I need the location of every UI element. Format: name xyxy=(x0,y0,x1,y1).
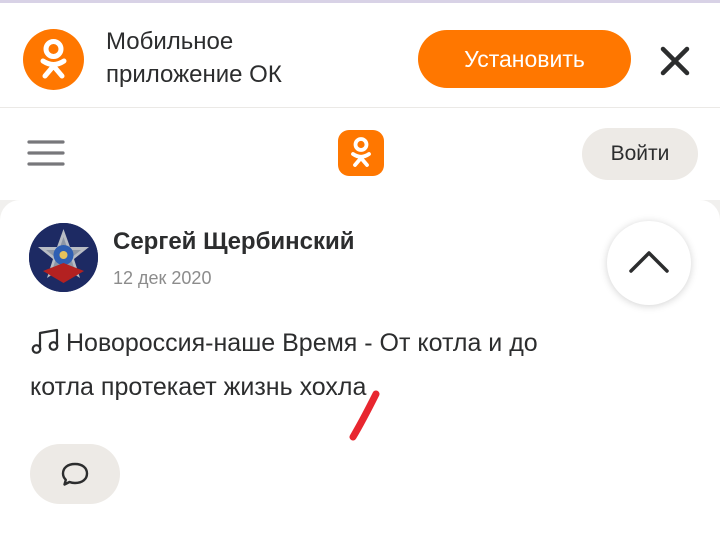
close-icon[interactable] xyxy=(655,41,695,81)
banner-title-line-2: приложение ОК xyxy=(106,61,282,88)
author-name[interactable]: Сергей Щербинский xyxy=(113,228,355,256)
login-button[interactable]: Войти xyxy=(582,128,698,180)
avatar[interactable] xyxy=(29,223,98,292)
ok-logo-icon[interactable] xyxy=(338,130,384,176)
scroll-up-button[interactable] xyxy=(607,221,691,305)
comment-button[interactable] xyxy=(30,444,120,504)
banner-title-line-1: Мобильное xyxy=(106,28,234,55)
app-install-banner: Мобильное приложение ОК Установить xyxy=(0,0,720,108)
ok-logo-icon[interactable] xyxy=(23,29,84,90)
post-text-line-1-content: Новороссия-наше Время - От котла и до xyxy=(66,329,538,357)
banner-title: Мобильное приложение ОК xyxy=(106,25,406,91)
post-text-line-1: Новороссия-наше Время - От котла и до xyxy=(30,321,670,365)
music-note-icon xyxy=(31,328,59,354)
post-text-line-2: котла протекает жизнь хохла xyxy=(30,373,367,401)
install-button[interactable]: Установить xyxy=(418,30,631,88)
post-card: Сергей Щербинский 12 дек 2020 Новороссия… xyxy=(0,200,720,533)
chevron-up-icon xyxy=(629,251,669,273)
comment-bubble-icon xyxy=(61,462,89,486)
site-header: Войти xyxy=(0,108,720,200)
ok-mobile-page: Мобильное приложение ОК Установить Войти xyxy=(0,0,720,533)
post-date: 12 дек 2020 xyxy=(113,268,212,288)
hamburger-menu-icon[interactable] xyxy=(26,137,66,169)
post-text: Новороссия-наше Время - От котла и до ко… xyxy=(30,321,670,409)
